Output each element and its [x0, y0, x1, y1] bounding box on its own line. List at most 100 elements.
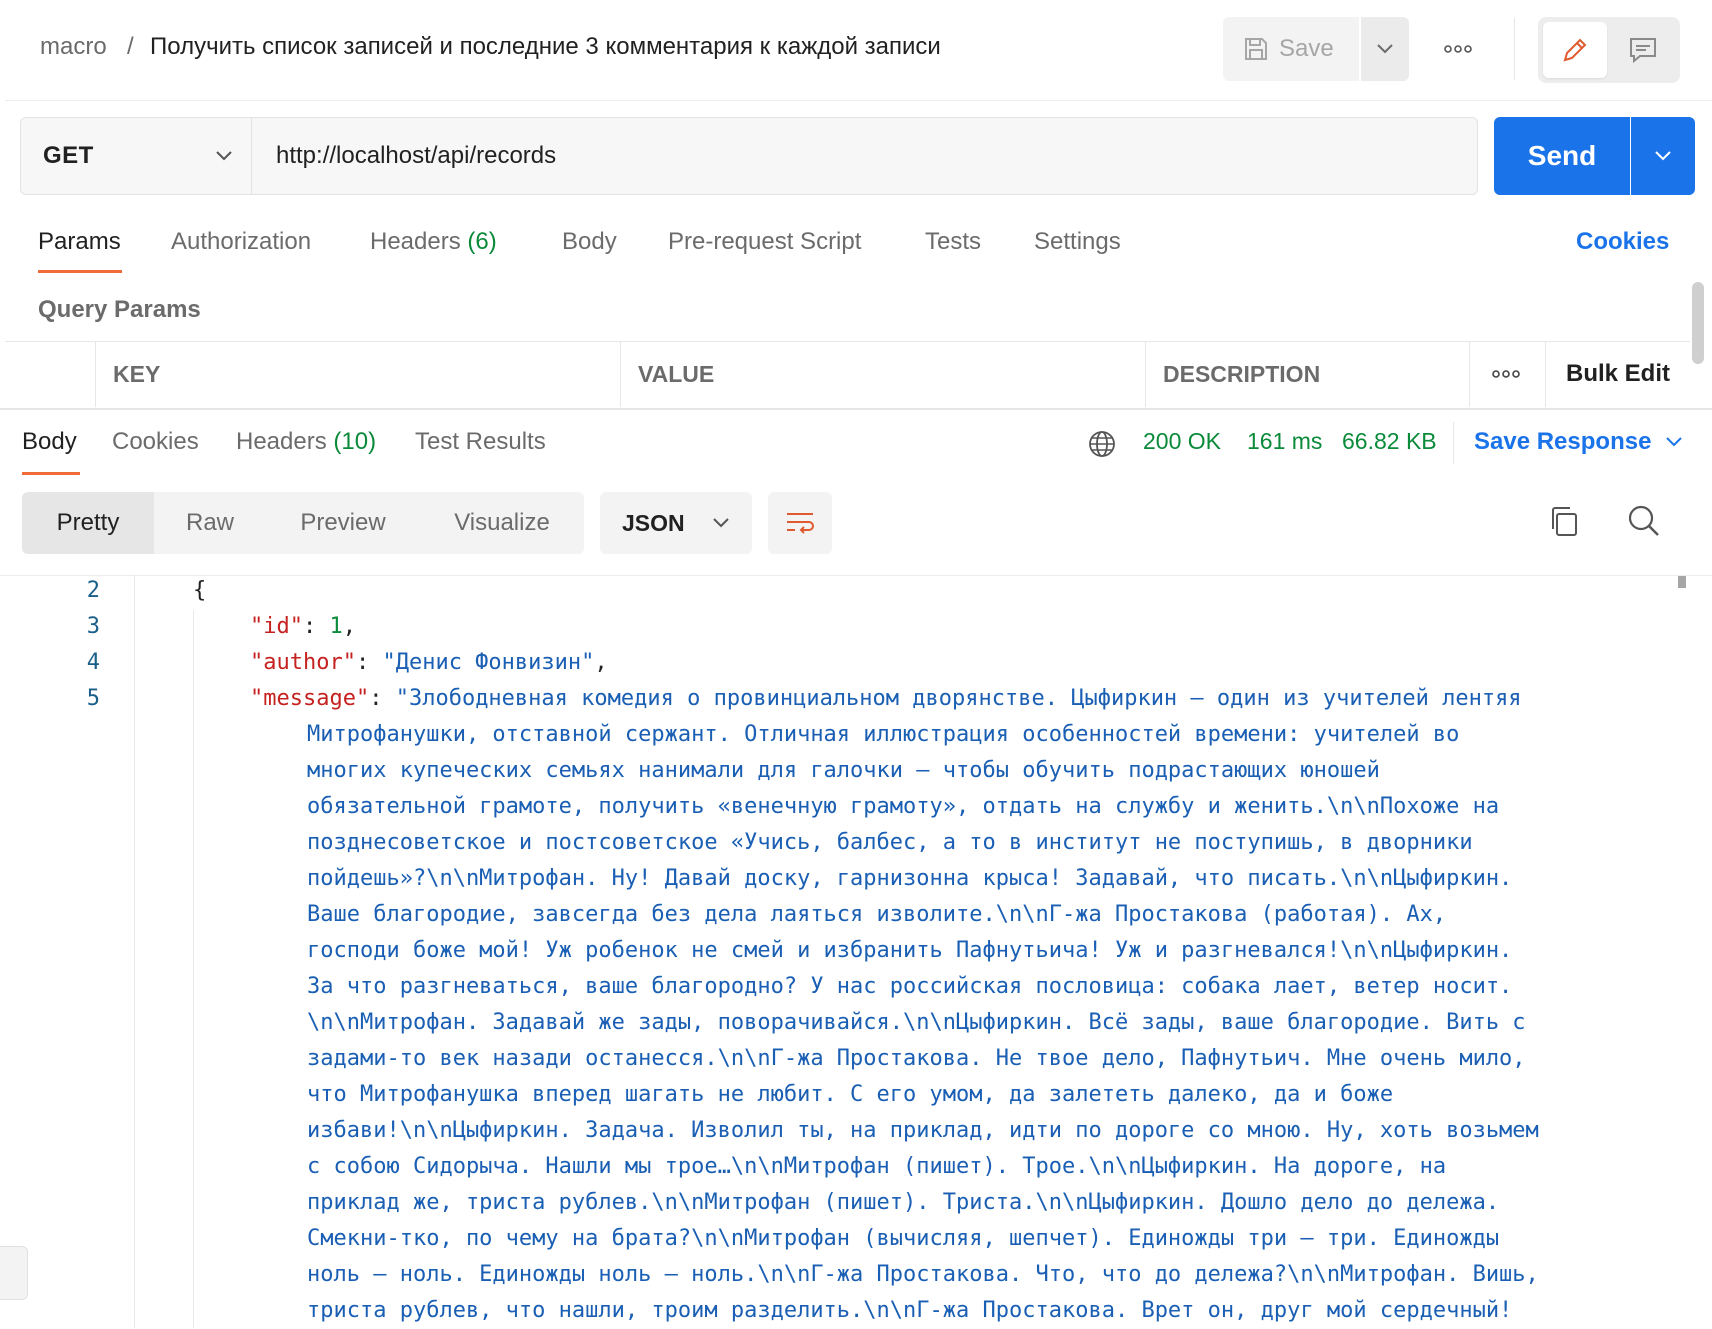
- json-key: "author": [250, 650, 356, 675]
- editor-scrollbar[interactable]: [1678, 576, 1686, 588]
- more-icon: [1444, 45, 1472, 53]
- tab-prerequest-script[interactable]: Pre-request Script: [668, 228, 861, 256]
- query-params-title: Query Params: [38, 296, 201, 323]
- wrap-lines-icon: [787, 513, 814, 534]
- json-string-line: \n\nМитрофан. Задавай же зады, поворачив…: [307, 1010, 1526, 1035]
- tab-params[interactable]: Params: [38, 228, 121, 256]
- method-select[interactable]: GET: [20, 117, 252, 195]
- status-code[interactable]: 200 OK: [1143, 428, 1221, 455]
- chevron-down-icon: [713, 518, 729, 528]
- wrap-lines-button[interactable]: [768, 492, 832, 554]
- request-title[interactable]: Получить список записей и последние 3 ко…: [150, 33, 941, 61]
- save-dropdown-button[interactable]: [1361, 17, 1409, 81]
- globe-icon[interactable]: [1087, 429, 1117, 459]
- response-headers-count: (10): [333, 428, 377, 455]
- json-string: "Злободневная комедия о провинциальном д…: [395, 686, 1522, 711]
- json-string-line: многих купеческих семьях нанимали для га…: [307, 758, 1380, 783]
- language-label: JSON: [622, 509, 685, 536]
- column-description: DESCRIPTION: [1145, 341, 1469, 407]
- search-icon[interactable]: [1627, 504, 1661, 538]
- tab-settings[interactable]: Settings: [1034, 228, 1121, 256]
- send-dropdown-button[interactable]: [1631, 117, 1695, 195]
- json-string-line: задами-то век назади останесся.\n\nГ-жа …: [307, 1046, 1526, 1071]
- json-string-line: позднесоветское и постсоветское «Учись, …: [307, 830, 1473, 855]
- json-string-line: триста рублев, что нашли, троим разделит…: [307, 1298, 1513, 1323]
- bulk-edit-button[interactable]: Bulk Edit: [1545, 341, 1690, 407]
- tab-body[interactable]: Body: [562, 228, 617, 256]
- headers-count: (6): [467, 228, 497, 255]
- more-icon: [1492, 370, 1520, 378]
- column-value: VALUE: [620, 341, 1145, 407]
- url-input[interactable]: http://localhost/api/records: [252, 117, 1478, 195]
- line-number: 4: [86, 650, 100, 675]
- chevron-down-icon: [1655, 151, 1671, 161]
- tab-tests[interactable]: Tests: [925, 228, 981, 256]
- json-string-line: Митрофанушки, отставной сержант. Отлична…: [307, 722, 1460, 747]
- visualize-button[interactable]: Visualize: [420, 492, 584, 554]
- response-tab-body[interactable]: Body: [22, 428, 77, 456]
- copy-icon[interactable]: [1548, 505, 1580, 539]
- response-tab-cookies[interactable]: Cookies: [112, 428, 199, 456]
- active-tab-indicator: [38, 270, 122, 273]
- more-actions-button[interactable]: [1438, 32, 1478, 66]
- divider: [1453, 422, 1454, 464]
- json-number: 1: [329, 614, 343, 639]
- gutter-border: [134, 575, 135, 1328]
- save-response-button[interactable]: Save Response: [1474, 428, 1683, 456]
- json-key: "id": [250, 614, 303, 639]
- divider: [1514, 18, 1515, 80]
- column-key: KEY: [95, 341, 620, 407]
- breadcrumb-separator: /: [127, 33, 134, 60]
- json-line-id: "id": 1,: [250, 614, 356, 639]
- json-string-line: приклад же, триста рублев.\n\nМитрофан (…: [307, 1190, 1500, 1215]
- response-time[interactable]: 161 ms: [1247, 428, 1322, 455]
- response-size[interactable]: 66.82 KB: [1342, 428, 1437, 455]
- preview-button[interactable]: Preview: [266, 492, 420, 554]
- json-string-line: господи боже мой! Уж робенок не смей и и…: [307, 938, 1513, 963]
- active-tab-indicator: [22, 472, 80, 475]
- indent-guide: [193, 610, 194, 1328]
- json-string-line: что Митрофанушка вперед шагать не любит.…: [307, 1082, 1394, 1107]
- json-string: "Денис Фонвизин": [382, 650, 595, 675]
- breadcrumb-workspace[interactable]: macro: [40, 33, 107, 61]
- tab-headers-label: Headers: [370, 228, 461, 255]
- bulk-edit-label: Bulk Edit: [1566, 360, 1671, 387]
- save-label: Save: [1279, 35, 1334, 62]
- sidebar-toggle[interactable]: [0, 1246, 28, 1300]
- json-key: "message": [250, 686, 370, 711]
- edit-mode-button[interactable]: [1543, 22, 1607, 78]
- json-string-line: обязательной грамоте, получить «венечную…: [307, 794, 1500, 819]
- chevron-down-icon: [1377, 44, 1393, 54]
- json-string-line: избави!\n\nЦыфиркин. Задача. Изволил ты,…: [307, 1118, 1539, 1143]
- tab-authorization[interactable]: Authorization: [171, 228, 311, 256]
- scrollbar[interactable]: [1692, 282, 1704, 364]
- url-value: http://localhost/api/records: [276, 142, 557, 169]
- save-response-label: Save Response: [1474, 428, 1652, 455]
- json-line-message: "message": "Злободневная комедия о прови…: [250, 686, 1522, 711]
- cookies-link[interactable]: Cookies: [1576, 228, 1669, 256]
- pencil-icon: [1563, 38, 1587, 62]
- tab-headers[interactable]: Headers (6): [370, 228, 497, 256]
- comments-button[interactable]: [1611, 22, 1675, 78]
- response-headers-label: Headers: [236, 428, 327, 455]
- line-number: 5: [86, 686, 100, 711]
- line-number: 3: [86, 614, 100, 639]
- raw-button[interactable]: Raw: [154, 492, 266, 554]
- response-tab-test-results[interactable]: Test Results: [415, 428, 546, 456]
- comment-icon: [1630, 38, 1656, 64]
- save-icon: [1245, 38, 1267, 60]
- json-string-line: Ваше благородие, завсегда без дела лаять…: [307, 902, 1447, 927]
- column-options-button[interactable]: [1469, 341, 1545, 407]
- save-button[interactable]: Save: [1223, 17, 1359, 81]
- json-string-line: ноль — ноль. Единожды ноль — ноль.\n\nГ-…: [307, 1262, 1539, 1287]
- chevron-down-icon: [1666, 437, 1683, 447]
- pane-divider[interactable]: [0, 408, 1712, 410]
- send-button[interactable]: Send: [1494, 117, 1630, 195]
- json-line-author: "author": "Денис Фонвизин",: [250, 650, 608, 675]
- pretty-button[interactable]: Pretty: [22, 492, 154, 554]
- json-open-brace: {: [193, 578, 207, 603]
- method-label: GET: [43, 142, 94, 169]
- line-number: 2: [86, 578, 100, 603]
- response-tab-headers[interactable]: Headers (10): [236, 428, 376, 456]
- language-select[interactable]: JSON: [600, 492, 752, 554]
